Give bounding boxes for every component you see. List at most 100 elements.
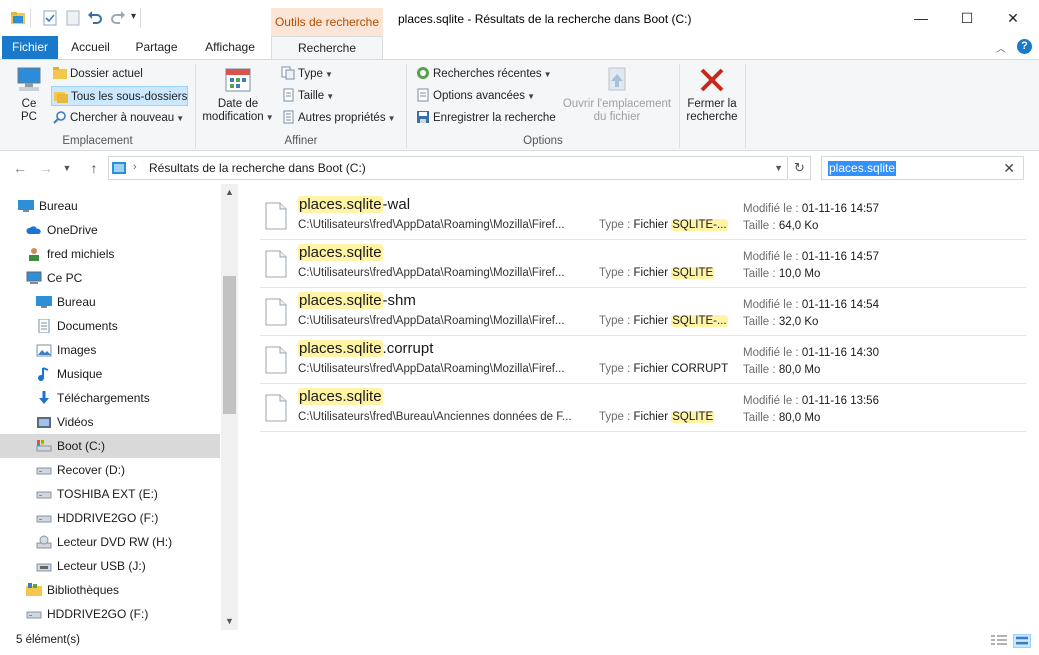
address-field[interactable]: › Résultats de la recherche dans Boot (C… <box>108 156 788 180</box>
recherches-recentes-button[interactable]: Recherches récentes ▼ <box>416 64 552 84</box>
nav-item[interactable]: HDDRIVE2GO (F:) <box>0 602 220 626</box>
result-row[interactable]: places.sqlite-wal C:\Utilisateurs\fred\Ap… <box>260 192 1026 240</box>
result-row[interactable]: places.sqlite-shm C:\Utilisateurs\fred\Ap… <box>260 288 1026 336</box>
type-label: Type : <box>599 315 631 327</box>
nav-item[interactable]: Musique <box>0 362 220 386</box>
nav-scrollbar[interactable]: ▲ ▼ <box>221 184 238 630</box>
undo-icon[interactable] <box>87 10 103 26</box>
new-folder-icon[interactable] <box>65 10 81 26</box>
type-button[interactable]: Type ▼ <box>281 64 333 84</box>
minimize-button[interactable]: — <box>898 0 944 36</box>
collapse-ribbon-icon[interactable]: ︿ <box>996 40 1006 55</box>
file-name[interactable]: places.sqlite-wal <box>298 196 410 213</box>
ribbon-separator <box>745 64 746 148</box>
file-name[interactable]: places.sqlite.corrupt <box>298 340 433 357</box>
size-label: Taille : <box>743 220 776 232</box>
library-icon <box>26 583 42 596</box>
nav-item[interactable]: Bureau <box>0 194 220 218</box>
nav-item[interactable]: Téléchargements <box>0 386 220 410</box>
file-type: Type : Fichier SQLITE-... <box>599 315 728 327</box>
dossier-actuel-button[interactable]: Dossier actuel <box>53 64 143 84</box>
scroll-up-icon[interactable]: ▲ <box>221 184 238 201</box>
refresh-button[interactable]: ↻ <box>789 156 811 180</box>
help-icon[interactable]: ? <box>1017 39 1032 54</box>
tab-accueil[interactable]: Accueil <box>58 36 123 59</box>
size-value: 64,0 Ko <box>778 220 819 232</box>
up-button[interactable]: ↑ <box>84 158 104 178</box>
recent-searches-icon <box>417 67 429 79</box>
breadcrumb-chevron-icon[interactable]: › <box>133 161 137 173</box>
tous-sous-dossiers-button[interactable]: Tous les sous-dossiers <box>51 86 188 106</box>
nav-item[interactable]: Bibliothèques <box>0 578 220 602</box>
file-name[interactable]: places.sqlite <box>298 388 383 405</box>
nav-item[interactable]: OneDrive <box>0 218 220 242</box>
result-row[interactable]: places.sqlite C:\Utilisateurs\fred\Bureau… <box>260 384 1026 432</box>
drive-c-icon <box>36 440 52 452</box>
fermer-recherche-button[interactable]: Fermer la recherche <box>683 66 741 124</box>
date-modification-button[interactable]: Date de modification ▼ <box>200 66 276 124</box>
maximize-button[interactable]: ☐ <box>944 0 990 36</box>
nav-item[interactable]: TOSHIBA EXT (E:) <box>0 482 220 506</box>
autres-proprietes-button[interactable]: Autres propriétés ▼ <box>281 108 396 128</box>
nav-item[interactable]: fred michiels <box>0 242 220 266</box>
nav-item[interactable]: HDDRIVE2GO (F:) <box>0 506 220 530</box>
arrow-left-icon: ← <box>13 160 27 176</box>
nav-item[interactable]: Lecteur DVD RW (H:) <box>0 530 220 554</box>
chercher-nouveau-button[interactable]: Chercher à nouveau ▼ <box>53 108 184 128</box>
file-size: Taille : 80,0 Mo <box>743 412 820 424</box>
file-name[interactable]: places.sqlite <box>298 244 383 261</box>
breadcrumb[interactable]: Résultats de la recherche dans Boot (C:) <box>149 161 366 175</box>
ouvrir-label-1: Ouvrir l'emplacement <box>562 98 672 110</box>
ouvrir-label-2: du fichier <box>593 111 641 123</box>
nav-item[interactable]: Ce PC <box>0 266 220 290</box>
download-icon <box>39 391 49 404</box>
content-view-icon[interactable] <box>1013 634 1031 648</box>
ouvrir-emplacement-button[interactable]: Ouvrir l'emplacement du fichier <box>558 66 676 124</box>
nav-item[interactable]: Boot (C:) <box>0 434 220 458</box>
tab-fichier[interactable]: Fichier <box>2 36 58 59</box>
nav-item[interactable]: Lecteur USB (J:) <box>0 554 220 578</box>
clear-search-icon[interactable]: ✕ <box>1003 160 1015 177</box>
recent-locations-button[interactable]: ▼ <box>57 158 77 178</box>
forward-button[interactable]: → <box>36 158 56 178</box>
details-view-icon[interactable] <box>990 634 1008 648</box>
chevron-down-icon: ▼ <box>62 163 72 173</box>
nav-item-label: Recover (D:) <box>57 463 126 477</box>
tab-partage[interactable]: Partage <box>123 36 190 59</box>
options-avancees-button[interactable]: Options avancées ▼ <box>416 86 535 106</box>
nav-item[interactable]: Recover (D:) <box>0 458 220 482</box>
file-name-match: places.sqlite <box>298 340 383 357</box>
nav-item[interactable]: Bureau <box>0 290 220 314</box>
nav-item[interactable]: Images <box>0 338 220 362</box>
chevron-down-icon[interactable]: ▼ <box>774 163 783 173</box>
scroll-thumb[interactable] <box>223 276 236 414</box>
tab-recherche[interactable]: Recherche <box>271 36 383 60</box>
search-input[interactable]: places.sqlite ✕ <box>821 156 1024 180</box>
advanced-options-icon <box>417 88 429 102</box>
back-button[interactable]: ← <box>10 158 30 178</box>
taille-button[interactable]: Taille ▼ <box>281 86 334 106</box>
file-name-rest: -wal <box>382 196 411 213</box>
file-name[interactable]: places.sqlite-shm <box>298 292 416 309</box>
nav-item[interactable]: Vidéos <box>0 410 220 434</box>
nav-item[interactable]: Documents <box>0 314 220 338</box>
tab-affichage[interactable]: Affichage <box>190 36 270 59</box>
nav-item-label: HDDRIVE2GO (F:) <box>57 511 159 525</box>
type-prefix: Fichier CORRUPT <box>633 363 729 375</box>
enregistrer-recherche-button[interactable]: Enregistrer la recherche <box>416 108 556 128</box>
nav-item-label: Téléchargements <box>57 391 150 405</box>
fermer-label-2: recherche <box>686 111 738 123</box>
ce-pc-button[interactable]: Ce PC <box>9 66 49 124</box>
size-label: Taille : <box>743 364 776 376</box>
scroll-down-icon[interactable]: ▼ <box>221 613 238 630</box>
file-size: Taille : 32,0 Ko <box>743 316 818 328</box>
properties-icon[interactable] <box>42 10 58 26</box>
customize-qat-icon[interactable]: ▾ <box>131 11 136 22</box>
result-row[interactable]: places.sqlite C:\Utilisateurs\fred\AppDat… <box>260 240 1026 288</box>
result-row[interactable]: places.sqlite.corrupt C:\Utilisateurs\fre… <box>260 336 1026 384</box>
redo-icon[interactable] <box>110 10 126 26</box>
search-input-value[interactable]: places.sqlite <box>828 161 897 176</box>
properties-icon <box>283 110 294 124</box>
computer-icon <box>17 67 41 91</box>
close-button[interactable]: ✕ <box>990 0 1036 36</box>
